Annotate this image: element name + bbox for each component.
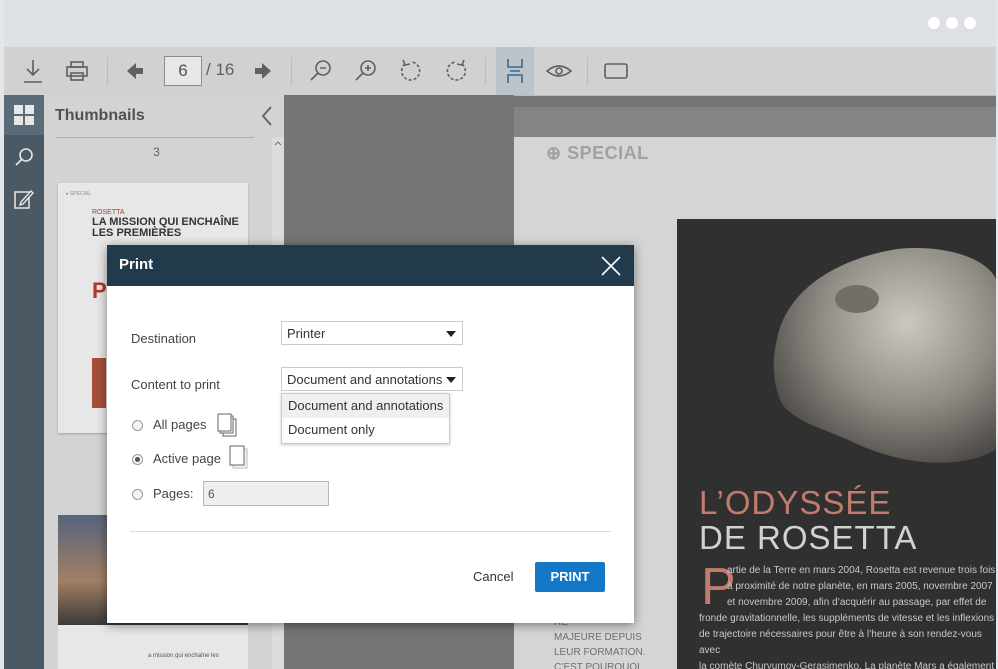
content-to-print-dropdown: Document and annotations Document only [281, 393, 450, 444]
all-pages-label[interactable]: All pages [153, 417, 206, 432]
dialog-header: Print [107, 245, 634, 286]
option-document-and-annotations[interactable]: Document and annotations [282, 394, 449, 418]
window-menu-dots[interactable] [928, 17, 976, 29]
single-page-icon [229, 445, 248, 469]
print-dialog: Print Destination Printer Content to pri… [107, 245, 634, 623]
window-title-bar [4, 0, 996, 47]
cancel-button[interactable]: Cancel [473, 569, 513, 584]
content-to-print-select[interactable]: Document and annotations [281, 367, 463, 391]
app-window: 6 / 16 Thumbnails 3 ▸ SPECIAL ROSETTA LA… [4, 0, 996, 669]
pages-input[interactable]: 6 [203, 481, 329, 506]
dot [964, 17, 976, 29]
print-button[interactable]: PRINT [535, 562, 605, 592]
multiple-pages-icon [217, 413, 237, 437]
active-page-radio[interactable] [132, 454, 143, 465]
content-to-print-value: Document and annotations [287, 372, 443, 387]
pages-radio[interactable] [132, 489, 143, 500]
close-icon [601, 256, 621, 276]
dialog-title: Print [119, 256, 154, 273]
pages-label[interactable]: Pages: [153, 486, 193, 501]
active-page-label[interactable]: Active page [153, 451, 221, 466]
option-document-only[interactable]: Document only [282, 418, 449, 442]
destination-value: Printer [287, 326, 326, 341]
content-to-print-label: Content to print [131, 377, 220, 392]
destination-label: Destination [131, 331, 197, 346]
chevron-down-icon [446, 331, 456, 337]
dialog-divider [130, 531, 611, 532]
dot [928, 17, 940, 29]
chevron-down-icon [446, 377, 456, 383]
all-pages-radio[interactable] [132, 420, 143, 431]
close-dialog-button[interactable] [600, 255, 622, 277]
destination-select[interactable]: Printer [281, 321, 463, 345]
dot [946, 17, 958, 29]
